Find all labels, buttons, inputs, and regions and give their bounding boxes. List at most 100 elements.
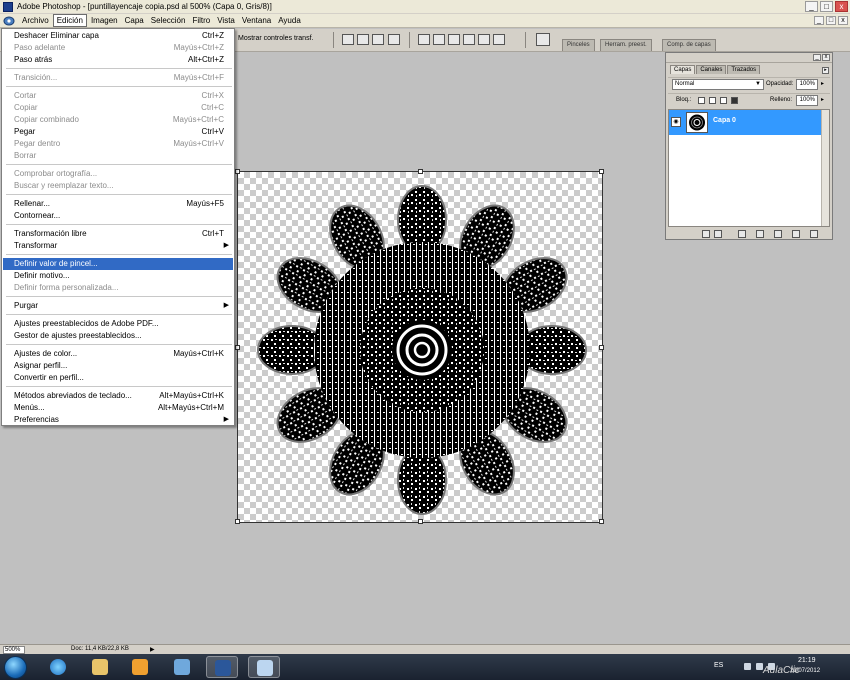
menu-filtro[interactable]: Filtro — [189, 15, 213, 26]
transform-handle[interactable] — [599, 169, 604, 174]
menu-item-copiar[interactable]: Copiar Ctrl+C — [3, 102, 233, 114]
distribute-hcenter-icon[interactable] — [478, 34, 490, 45]
menu-archivo[interactable]: Archivo — [19, 15, 52, 26]
menu-item-menus[interactable]: Menús... Alt+Mayús+Ctrl+M — [3, 402, 233, 414]
menu-edicion[interactable]: Edición — [52, 14, 87, 27]
link-layers-icon[interactable] — [702, 230, 710, 238]
menu-vista[interactable]: Vista — [214, 15, 238, 26]
panel-minimize-button[interactable]: _ — [813, 54, 821, 61]
photoshop-eye-icon[interactable] — [3, 15, 15, 26]
tab-herramientas-preestablecidas[interactable]: Herram. preest. — [600, 39, 652, 51]
maximize-button[interactable]: □ — [820, 1, 833, 12]
taskbar-paint[interactable] — [166, 656, 198, 678]
menu-item-definir-valor-pincel[interactable]: Definir valor de pincel... — [3, 258, 233, 270]
menu-item-transformar[interactable]: Transformar ▶ — [3, 240, 233, 252]
menu-item-rellenar[interactable]: Rellenar... Mayús+F5 — [3, 198, 233, 210]
menu-item-metodos-abreviados[interactable]: Métodos abreviados de teclado... Alt+Mayú… — [3, 390, 233, 402]
taskbar-explorer[interactable] — [84, 656, 116, 678]
lock-transparent-pixels-icon[interactable] — [698, 97, 705, 104]
network-icon[interactable] — [756, 663, 763, 670]
clock-time[interactable]: 21:19 — [798, 657, 816, 664]
menu-item-convertir-perfil[interactable]: Convertir en perfil... — [3, 372, 233, 384]
tab-pinceles[interactable]: Pinceles — [562, 39, 595, 51]
tab-capas[interactable]: Capas — [670, 65, 696, 74]
distribute-vcenter-icon[interactable] — [433, 34, 445, 45]
taskbar-photoshop[interactable] — [206, 656, 238, 678]
distribute-right-icon[interactable] — [493, 34, 505, 45]
panel-menu-button[interactable]: ▸ — [822, 67, 829, 74]
transform-handle[interactable] — [235, 519, 240, 524]
menu-item-asignar-perfil[interactable]: Asignar perfil... — [3, 360, 233, 372]
fill-input[interactable]: 100% — [796, 95, 818, 106]
fill-slider-arrow-icon[interactable]: ▸ — [821, 96, 824, 103]
show-transform-controls-label[interactable]: Mostrar controles transf. — [238, 35, 313, 42]
transform-handle[interactable] — [599, 519, 604, 524]
tab-trazados[interactable]: Trazados — [727, 65, 761, 74]
menu-item-transformacion-libre[interactable]: Transformación libre Ctrl+T — [3, 228, 233, 240]
taskbar-internet-explorer[interactable] — [42, 656, 74, 678]
align-top-icon[interactable] — [342, 34, 354, 45]
adjustment-layer-icon[interactable] — [756, 230, 764, 238]
opacity-slider-arrow-icon[interactable]: ▸ — [821, 80, 824, 87]
windows-start-icon[interactable] — [4, 656, 27, 679]
menu-item-ajustes-color[interactable]: Ajustes de color... Mayús+Ctrl+K — [3, 348, 233, 360]
menu-item-ajustes-pdf[interactable]: Ajustes preestablecidos de Adobe PDF... — [3, 318, 233, 330]
delete-layer-icon[interactable] — [810, 230, 818, 238]
tab-composiciones-de-capas[interactable]: Comp. de capas — [662, 39, 716, 51]
taskbar-media-player[interactable] — [124, 656, 156, 678]
menu-item-copiar-combinado[interactable]: Copiar combinado Mayús+Ctrl+C — [3, 114, 233, 126]
lock-all-icon[interactable] — [731, 97, 738, 104]
menu-item-pegar-dentro[interactable]: Pegar dentro Mayús+Ctrl+V — [3, 138, 233, 150]
distribute-bottom-icon[interactable] — [448, 34, 460, 45]
taskbar-app[interactable] — [248, 656, 280, 678]
distribute-left-icon[interactable] — [463, 34, 475, 45]
transform-handle[interactable] — [418, 519, 423, 524]
menu-item-paso-adelante[interactable]: Paso adelante Mayús+Ctrl+Z — [3, 42, 233, 54]
new-layer-icon[interactable] — [792, 230, 800, 238]
doc-maximize-button[interactable]: □ — [826, 16, 836, 25]
panel-close-button[interactable]: x — [822, 54, 830, 61]
align-left-icon[interactable] — [388, 34, 400, 45]
tab-canales[interactable]: Canales — [696, 65, 727, 74]
lock-position-icon[interactable] — [720, 97, 727, 104]
menu-item-transicion[interactable]: Transición... Mayús+Ctrl+F — [3, 72, 233, 84]
eye-visibility-icon[interactable]: ◉ — [671, 117, 681, 127]
menu-item-ortografia[interactable]: Comprobar ortografía... — [3, 168, 233, 180]
zoom-level-field[interactable]: 500% — [3, 646, 25, 654]
status-menu-arrow-icon[interactable]: ▶ — [150, 646, 155, 653]
menu-item-definir-forma[interactable]: Definir forma personalizada... — [3, 282, 233, 294]
align-bottom-icon[interactable] — [372, 34, 384, 45]
menu-item-cortar[interactable]: Cortar Ctrl+X — [3, 90, 233, 102]
menu-item-contornear[interactable]: Contornear... — [3, 210, 233, 222]
lock-image-pixels-icon[interactable] — [709, 97, 716, 104]
layer-row-capa-0[interactable]: ◉ Capa 0 — [669, 110, 821, 135]
close-button[interactable]: x — [835, 1, 848, 12]
layer-list-scrollbar[interactable] — [821, 110, 829, 226]
transform-handle[interactable] — [599, 345, 604, 350]
menu-capa[interactable]: Capa — [122, 15, 147, 26]
transform-handle[interactable] — [235, 345, 240, 350]
menu-ventana[interactable]: Ventana — [239, 15, 274, 26]
menu-item-borrar[interactable]: Borrar — [3, 150, 233, 162]
opacity-input[interactable]: 100% — [796, 79, 818, 90]
menu-item-pegar[interactable]: Pegar Ctrl+V — [3, 126, 233, 138]
menu-item-buscar-reemplazar[interactable]: Buscar y reemplazar texto... — [3, 180, 233, 192]
menu-seleccion[interactable]: Selección — [148, 15, 189, 26]
menu-imagen[interactable]: Imagen — [88, 15, 121, 26]
transform-handle[interactable] — [235, 169, 240, 174]
language-indicator[interactable]: ES — [714, 662, 723, 669]
menu-item-paso-atras[interactable]: Paso atrás Alt+Ctrl+Z — [3, 54, 233, 66]
new-group-icon[interactable] — [774, 230, 782, 238]
menu-item-purgar[interactable]: Purgar ▶ — [3, 300, 233, 312]
doc-close-button[interactable]: x — [838, 16, 848, 25]
menu-item-definir-motivo[interactable]: Definir motivo... — [3, 270, 233, 282]
document-canvas[interactable] — [235, 169, 604, 524]
minimize-button[interactable]: _ — [805, 1, 818, 12]
file-browser-icon[interactable] — [536, 33, 550, 46]
menu-ayuda[interactable]: Ayuda — [275, 15, 304, 26]
doc-minimize-button[interactable]: _ — [814, 16, 824, 25]
menu-item-deshacer[interactable]: Deshacer Eliminar capa Ctrl+Z — [3, 30, 233, 42]
menu-item-gestor-ajustes[interactable]: Gestor de ajustes preestablecidos... — [3, 330, 233, 342]
show-hidden-icons-icon[interactable] — [744, 663, 751, 670]
distribute-top-icon[interactable] — [418, 34, 430, 45]
